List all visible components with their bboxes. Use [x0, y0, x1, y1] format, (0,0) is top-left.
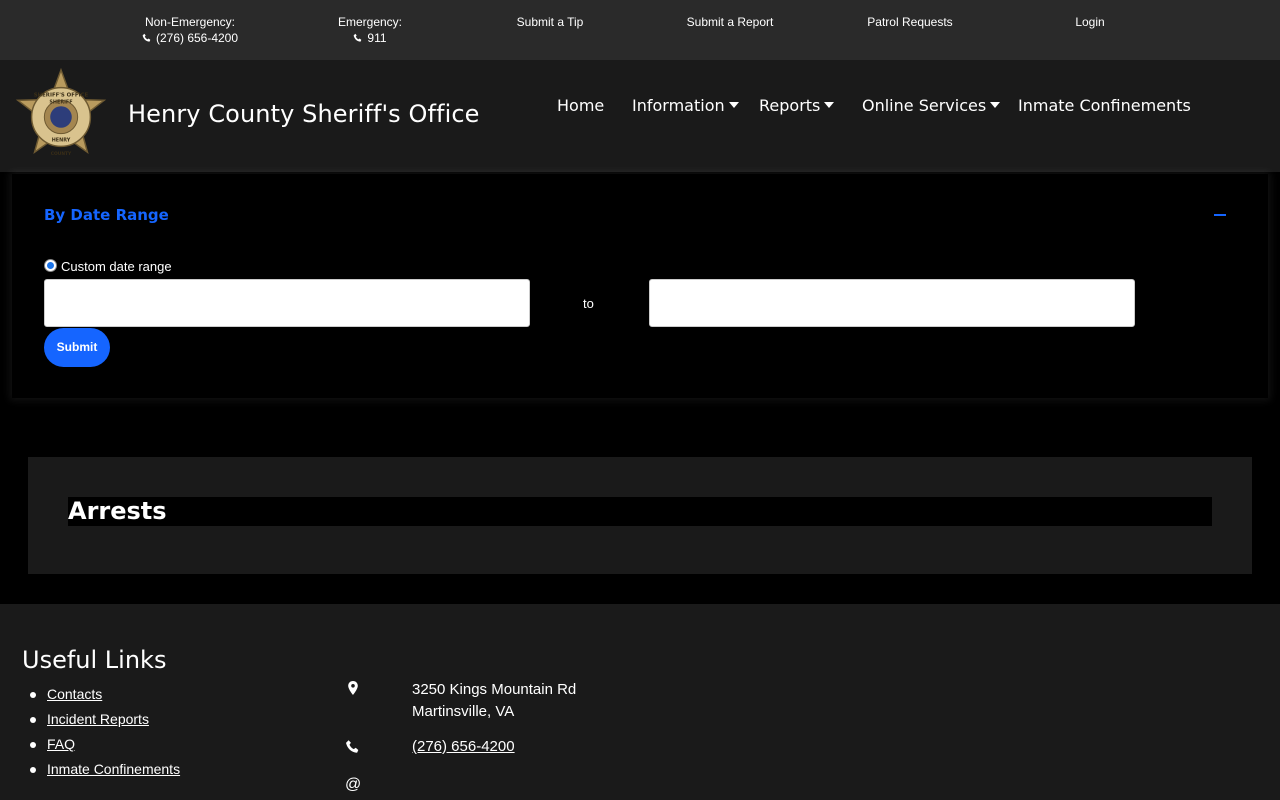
nav-home[interactable]: Home	[557, 96, 604, 115]
sheriff-badge-logo[interactable]: SHERIFF'S OFFICE SHERIFF HENRY COUNTY	[10, 68, 112, 166]
nav-information[interactable]: Information	[632, 96, 739, 115]
patrol-requests-link[interactable]: Patrol Requests	[820, 14, 1000, 30]
list-item: Inmate Confinements	[29, 757, 180, 782]
list-item: Incident Reports	[29, 707, 180, 732]
top-utility-bar: Non-Emergency: (276) 656-4200 Emergency:…	[0, 0, 1280, 60]
logo-text-bottom: HENRY	[52, 138, 71, 144]
emergency-label: Emergency:	[337, 15, 403, 29]
to-label: to	[583, 296, 594, 311]
nav-online-services-label: Online Services	[862, 96, 987, 115]
login-link[interactable]: Login	[1000, 14, 1180, 30]
nav-reports-label: Reports	[759, 96, 821, 115]
emergency-phone: 911	[367, 31, 387, 45]
arrests-header-bar: Arrests	[68, 497, 1212, 526]
logo-text-county: COUNTY	[51, 151, 72, 157]
logo-text-mid: SHERIFF	[49, 99, 72, 105]
nav-information-label: Information	[632, 96, 725, 115]
site-footer: Useful Links Contacts Incident Reports F…	[0, 604, 1280, 800]
emergency-phone-row: 911	[280, 30, 460, 46]
caret-down-icon	[824, 102, 835, 108]
address-line-2: Martinsville, VA	[412, 703, 515, 720]
arrests-title: Arrests	[68, 497, 167, 525]
custom-date-range-label[interactable]: Custom date range	[61, 259, 172, 274]
email-at-icon: @	[345, 776, 362, 793]
arrests-section: Arrests	[28, 457, 1252, 574]
footer-link-contacts[interactable]: Contacts	[47, 686, 102, 702]
caret-down-icon	[728, 102, 739, 108]
caret-down-icon	[990, 102, 1001, 108]
map-marker-icon	[348, 681, 358, 695]
non-emergency-phone-row: (276) 656-4200	[100, 30, 280, 46]
phone-icon	[354, 33, 362, 42]
submit-button[interactable]: Submit	[44, 328, 110, 367]
nav-online-services[interactable]: Online Services	[862, 96, 1001, 115]
logo-text-top: SHERIFF'S OFFICE	[34, 92, 89, 98]
footer-address: 3250 Kings Mountain Rd Martinsville, VA	[412, 679, 576, 723]
emergency-contact[interactable]: Emergency: 911	[280, 14, 460, 46]
submit-report-link[interactable]: Submit a Report	[640, 14, 820, 30]
footer-phone-link[interactable]: (276) 656-4200	[412, 738, 515, 755]
custom-date-range-radio[interactable]	[44, 259, 57, 272]
end-date-input[interactable]	[649, 279, 1135, 327]
submit-tip-link[interactable]: Submit a Tip	[460, 14, 640, 30]
non-emergency-phone: (276) 656-4200	[155, 31, 239, 45]
list-item: FAQ	[29, 732, 180, 757]
useful-links-list: Contacts Incident Reports FAQ Inmate Con…	[29, 682, 180, 782]
date-range-title[interactable]: By Date Range	[44, 206, 169, 224]
non-emergency-label: Non-Emergency:	[144, 15, 236, 29]
site-title[interactable]: Henry County Sheriff's Office	[128, 100, 480, 128]
phone-icon	[142, 33, 151, 42]
useful-links-heading: Useful Links	[22, 646, 167, 674]
site-header: SHERIFF'S OFFICE SHERIFF HENRY COUNTY He…	[0, 60, 1280, 172]
footer-link-incident-reports[interactable]: Incident Reports	[47, 711, 149, 727]
nav-reports[interactable]: Reports	[759, 96, 835, 115]
phone-icon	[346, 740, 359, 753]
non-emergency-contact[interactable]: Non-Emergency: (276) 656-4200	[100, 14, 280, 46]
nav-inmate-confinements[interactable]: Inmate Confinements	[1018, 96, 1191, 115]
footer-link-inmate-confinements[interactable]: Inmate Confinements	[47, 761, 180, 777]
start-date-input[interactable]	[44, 279, 530, 327]
address-line-1: 3250 Kings Mountain Rd	[412, 681, 577, 698]
date-range-panel: By Date Range Custom date range to Submi…	[12, 174, 1268, 398]
minus-icon[interactable]	[1214, 214, 1226, 216]
footer-link-faq[interactable]: FAQ	[47, 736, 75, 752]
list-item: Contacts	[29, 682, 180, 707]
